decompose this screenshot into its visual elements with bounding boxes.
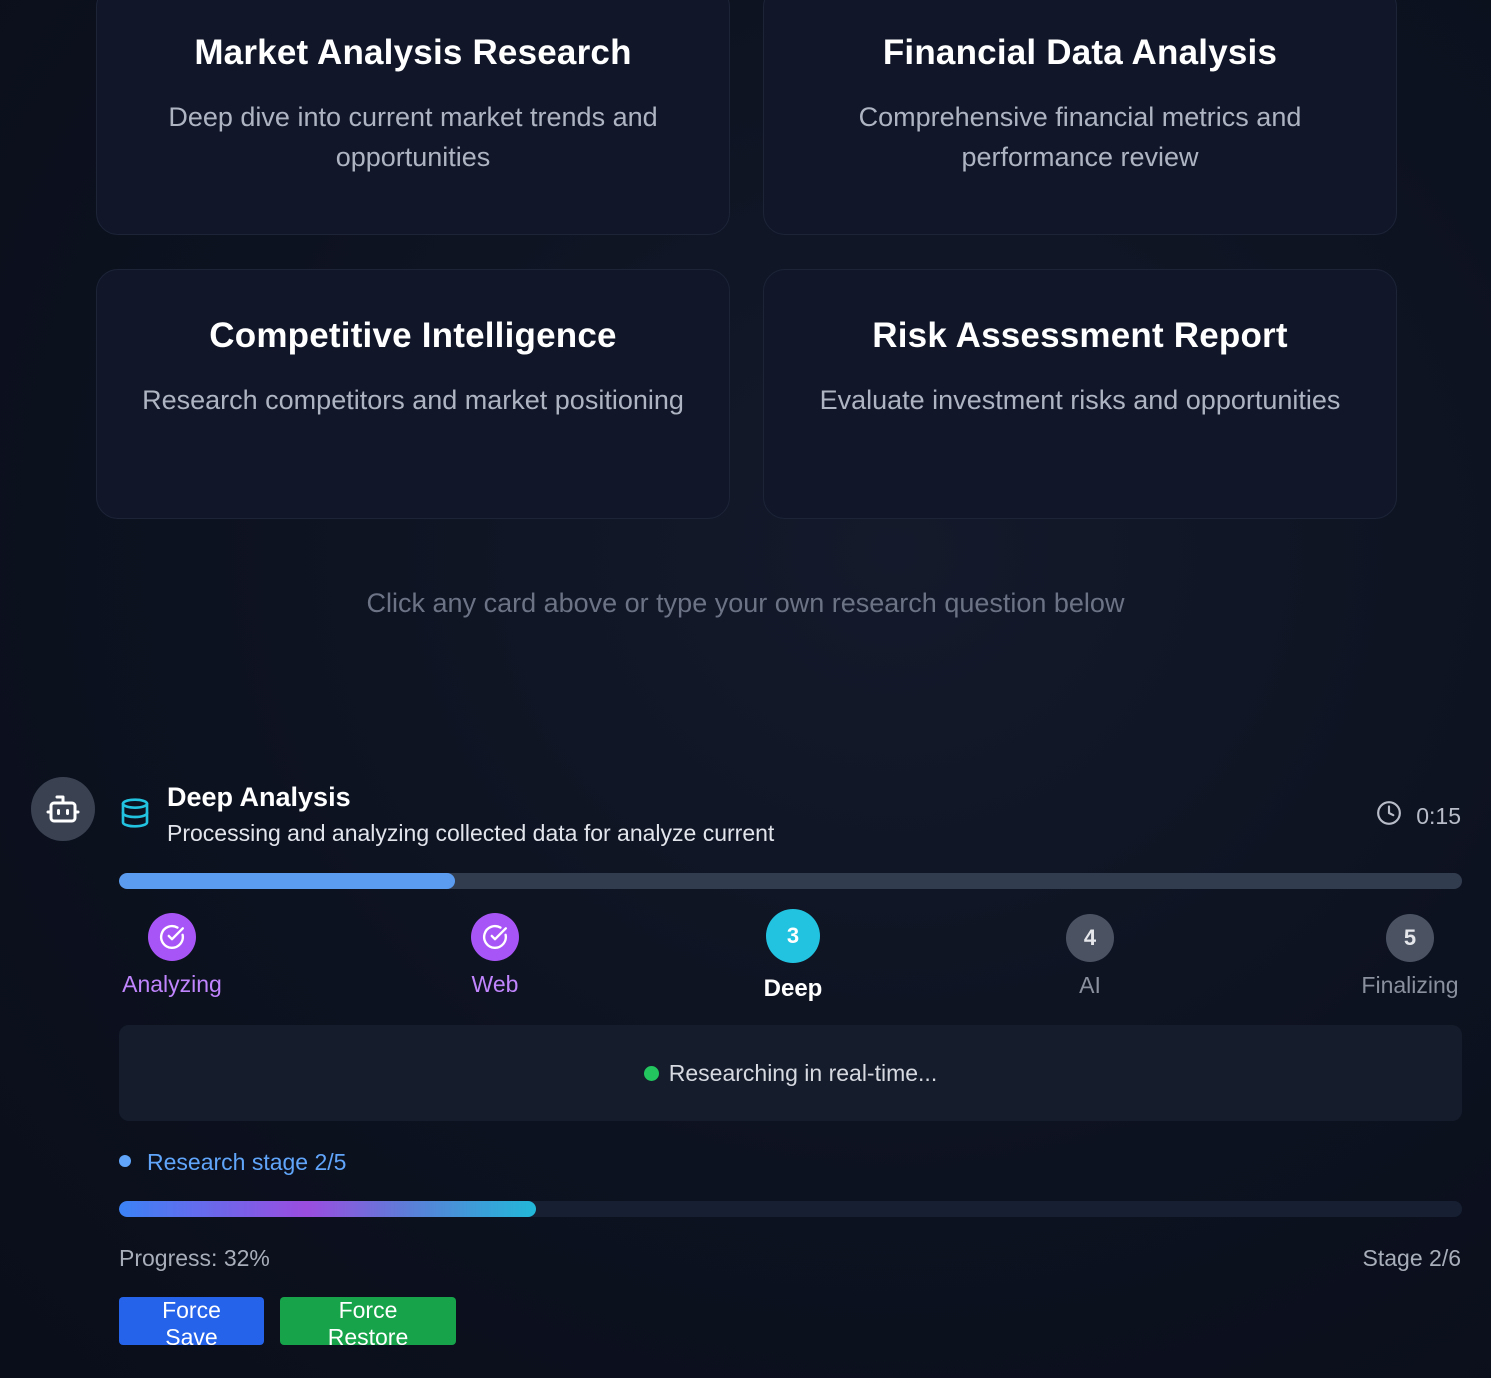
- stage-subtitle: Processing and analyzing collected data …: [167, 820, 775, 846]
- card-description: Comprehensive financial metrics and perf…: [858, 102, 1302, 172]
- card-title: Financial Data Analysis: [882, 33, 1278, 72]
- step-number: 5: [1386, 914, 1434, 962]
- card-market-analysis[interactable]: Market Analysis Research Deep dive into …: [96, 0, 730, 235]
- overall-progress-fill: [119, 1201, 536, 1217]
- force-save-button[interactable]: Force Save: [119, 1297, 264, 1350]
- card-title: Competitive Intelligence: [209, 316, 617, 355]
- check-circle-icon: [148, 913, 196, 961]
- research-stage-label: Research stage 2/5: [147, 1149, 347, 1175]
- stage-count: Stage 2/6: [1362, 1245, 1461, 1271]
- step-deep: 3 Deep: [753, 909, 833, 1003]
- card-competitive-intelligence[interactable]: Competitive Intelligence Research compet…: [96, 269, 730, 519]
- status-panel: Researching in real-time...: [119, 1025, 1462, 1121]
- step-label: Finalizing: [1361, 972, 1459, 998]
- step-label: Deep: [763, 975, 823, 1002]
- stage-title: Deep Analysis: [167, 782, 351, 812]
- card-description: Evaluate investment risks and opportunit…: [819, 385, 1341, 415]
- overall-progress-bar: [119, 1201, 1462, 1217]
- database-icon: [119, 796, 151, 835]
- check-circle-icon: [471, 913, 519, 961]
- hint-text: Click any card above or type your own re…: [366, 588, 1125, 618]
- step-web: Web: [465, 913, 525, 998]
- timer-value: 0:15: [1416, 802, 1461, 829]
- card-risk-assessment[interactable]: Risk Assessment Report Evaluate investme…: [763, 269, 1397, 519]
- step-ai: 4 AI: [1060, 914, 1120, 999]
- card-description: Research competitors and market position…: [142, 385, 684, 415]
- progress-label: Progress: 32%: [119, 1245, 270, 1271]
- step-number: 3: [766, 909, 820, 963]
- step-finalizing: 5 Finalizing: [1357, 914, 1463, 999]
- timer: 0:15: [1376, 800, 1461, 832]
- live-status-dot: [643, 1065, 659, 1081]
- research-stage-dot: [119, 1155, 131, 1167]
- status-text: Researching in real-time...: [668, 1059, 938, 1086]
- step-number: 4: [1066, 914, 1114, 962]
- step-label: Web: [471, 971, 519, 997]
- clock-icon: [1376, 800, 1402, 832]
- stage-progress-bar: [119, 873, 1462, 889]
- stage-progress-fill: [119, 873, 455, 889]
- card-financial-analysis[interactable]: Financial Data Analysis Comprehensive fi…: [763, 0, 1397, 235]
- force-restore-button[interactable]: Force Restore: [280, 1297, 456, 1350]
- step-analyzing: Analyzing: [119, 913, 225, 998]
- step-label: AI: [1079, 972, 1101, 998]
- step-label: Analyzing: [122, 971, 222, 997]
- card-title: Risk Assessment Report: [872, 316, 1288, 355]
- card-description: Deep dive into current market trends and…: [168, 102, 658, 172]
- card-title: Market Analysis Research: [194, 33, 632, 72]
- robot-icon: [31, 777, 95, 841]
